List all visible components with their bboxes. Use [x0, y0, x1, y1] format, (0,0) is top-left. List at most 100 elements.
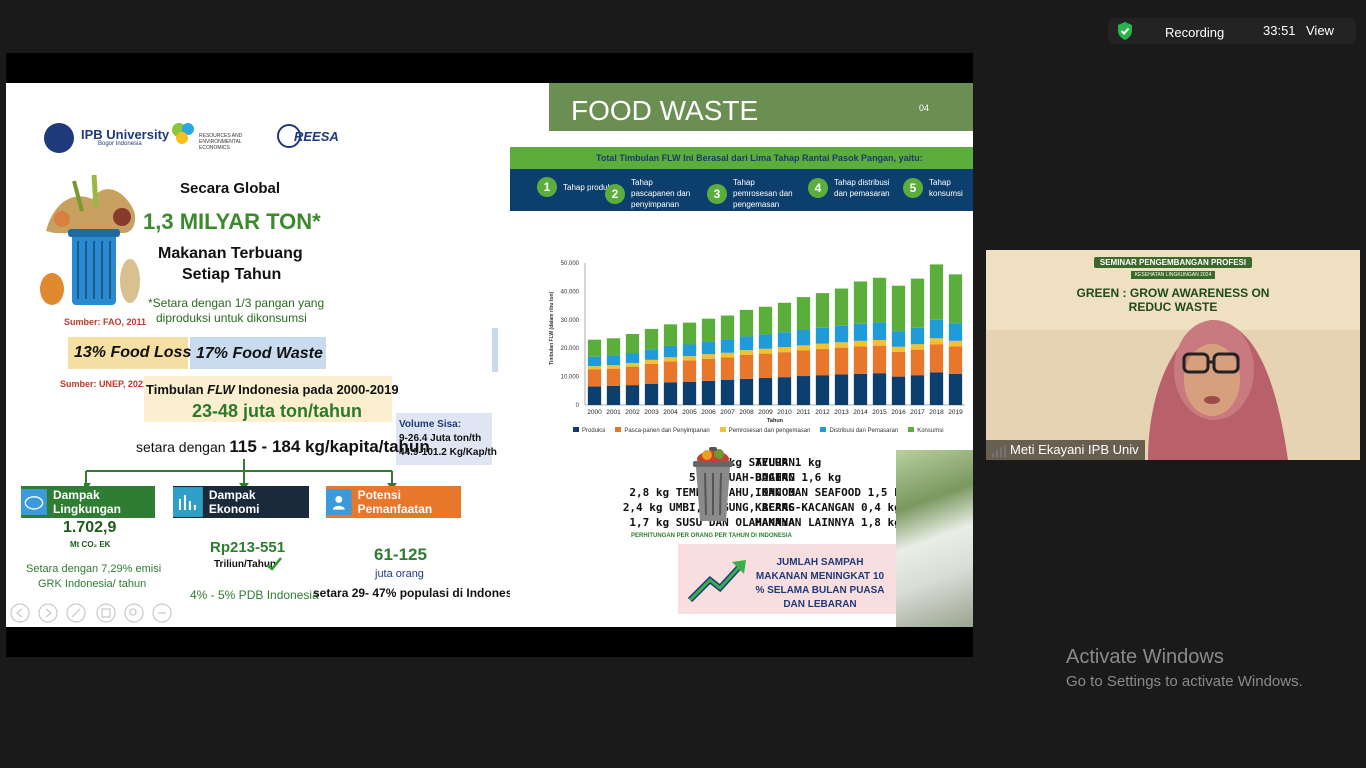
food-mass-item: KACANG-KACANGAN 0,4 kg	[755, 501, 901, 514]
recording-bar: Recording 33:51 View	[1108, 18, 1356, 44]
bar-segment	[720, 380, 735, 405]
bar-segment	[910, 375, 925, 405]
shield-check-icon	[1118, 22, 1132, 40]
potensi-note: setara 29- 47% populasi di Indonesia	[313, 586, 523, 600]
bar-segment	[853, 373, 868, 405]
y-tick-label: 40.000	[561, 289, 580, 295]
bar-segment	[834, 374, 849, 405]
bar-segment	[796, 345, 811, 351]
bar-segment	[948, 340, 963, 347]
banner-line-2: KESEHATAN LINGKUNGAN 2024	[986, 271, 1360, 279]
bar-chart-icon	[173, 487, 203, 517]
participant-video-tile[interactable]: SEMINAR PENGEMBANGAN PROFESI KESEHATAN L…	[986, 250, 1360, 460]
equivalence-note-2: diproduksi untuk dikonsumsi	[156, 311, 307, 325]
bar-segment	[720, 339, 735, 353]
x-tick-label: 2005	[682, 409, 697, 416]
ekonomi-value: Rp213-551	[210, 539, 286, 556]
slide-number: 04	[919, 103, 930, 113]
ipb-logo-icon	[44, 123, 74, 153]
bar-segment	[929, 344, 944, 373]
ree-logo-text: RESOURCES AND ENVIRONMENTAL ECONOMICS	[199, 133, 243, 151]
bar-segment	[796, 350, 811, 377]
food-mass-item: TELUR 1 kg	[755, 456, 822, 469]
banner-line-1-text: SEMINAR PENGEMBANGAN PROFESI	[1093, 257, 1253, 268]
bar-segment	[834, 342, 849, 348]
legend-swatch	[719, 427, 726, 432]
grid-rect	[101, 608, 111, 618]
legend-item: Konsumsi	[908, 427, 944, 434]
step-number: 2	[605, 183, 625, 204]
view-button[interactable]: View	[1306, 23, 1334, 38]
food-waste-text: 17% Food Waste	[196, 345, 323, 362]
bar-segment	[948, 323, 963, 341]
bar-segment	[625, 334, 640, 354]
trash-bin-icon	[693, 447, 733, 521]
volume-sisa-title: Volume Sisa:	[399, 419, 462, 430]
bar-segment	[910, 278, 925, 328]
bar-segment	[644, 359, 659, 364]
step-number: 4	[808, 178, 828, 198]
bar-segment	[910, 349, 925, 376]
x-tick-label: 2004	[663, 409, 678, 416]
timbulan-flw: FLW	[207, 382, 235, 397]
supply-step-5: 5 Tahap konsumsi	[903, 177, 969, 199]
bar-segment	[587, 386, 602, 405]
y-tick-label: 10.000	[561, 375, 580, 381]
bar-segment	[587, 369, 602, 387]
bar-segment	[872, 345, 887, 374]
ree-logo-icon	[172, 123, 194, 144]
potensi-pemanfaatan-label: Potensi Pemanfaatan	[357, 488, 433, 516]
prev-slide-icon	[10, 603, 30, 623]
slideshow-controls[interactable]	[10, 601, 180, 625]
bar-segment	[853, 281, 868, 324]
source-fao: Sumber: FAO, 2011	[64, 317, 147, 327]
bar-segment	[815, 349, 830, 376]
legend-swatch	[908, 427, 915, 432]
bar-segment	[644, 363, 659, 384]
slide-right-panel: FOOD WASTE 04 Total Timbulan FLW Ini Ber…	[510, 83, 973, 627]
reesa-logo-label: REESA	[294, 129, 339, 144]
slides-grid-icon	[96, 603, 116, 623]
y-axis-label: Timbulan FLW (dalam ribu ton)	[549, 291, 555, 365]
shared-screen: IPB University Bogor Indonesia RESOURCES…	[6, 53, 973, 657]
step-label: Tahap konsumsi	[929, 178, 963, 198]
bar-segment	[929, 372, 944, 405]
bar-segment	[815, 343, 830, 350]
bar-segment	[701, 380, 716, 405]
bar-segment	[625, 362, 640, 367]
potensi-pemanfaatan-box: Potensi Pemanfaatan	[326, 486, 461, 518]
per-capita-text: setara dengan 115 - 184 kg/kapita/tahun	[136, 437, 430, 457]
step-number: 1	[537, 177, 557, 197]
reesa-logo-icon: REESA	[277, 124, 339, 148]
step-label: Tahap pemrosesan dan pengemasan	[733, 178, 793, 209]
dampak-ekonomi-label: Dampak Ekonomi	[208, 488, 260, 516]
bar-segment	[758, 378, 773, 405]
bar-segment	[625, 366, 640, 386]
dampak-lingkungan-box: Dampak Lingkungan	[21, 486, 155, 518]
supply-step-2: 2 Tahap pascapanen dan penyimpanan	[605, 177, 697, 210]
bar-segment	[872, 339, 887, 346]
bar-segment	[815, 293, 830, 328]
bar-segment	[891, 351, 906, 377]
x-tick-label: 2013	[834, 409, 849, 416]
increase-callout-text: JUMLAH SAMPAH MAKANAN MENINGKAT 10 % SEL…	[755, 557, 885, 610]
divider-bar	[492, 328, 498, 372]
bar-segment	[701, 354, 716, 359]
bar-segment	[758, 334, 773, 349]
bar-segment	[910, 327, 925, 345]
setiap-tahun-text: Setiap Tahun	[182, 266, 282, 283]
dampak-lingkungan-label: Dampak Lingkungan	[52, 488, 121, 516]
supply-chain-heading: Total Timbulan FLW Ini Berasal dari Lima…	[596, 153, 923, 163]
bar-segment	[625, 385, 640, 405]
bar-segment	[815, 375, 830, 405]
y-tick-label: 50.000	[561, 261, 580, 267]
bar-segment	[834, 347, 849, 375]
bar-segment	[853, 323, 868, 341]
food-mass-item: MAKANAN LAINNYA 1,8 kg	[755, 516, 901, 529]
x-tick-label: 2018	[929, 409, 944, 416]
bar-segment	[834, 325, 849, 343]
bar-segment	[720, 357, 735, 381]
y-tick-label: 0	[576, 403, 580, 409]
bar-segment	[682, 322, 697, 345]
food-mass-list-right: TELUR 1 kg DAGING 1,6 kg IKAN DAN SEAFOOD …	[755, 455, 907, 530]
